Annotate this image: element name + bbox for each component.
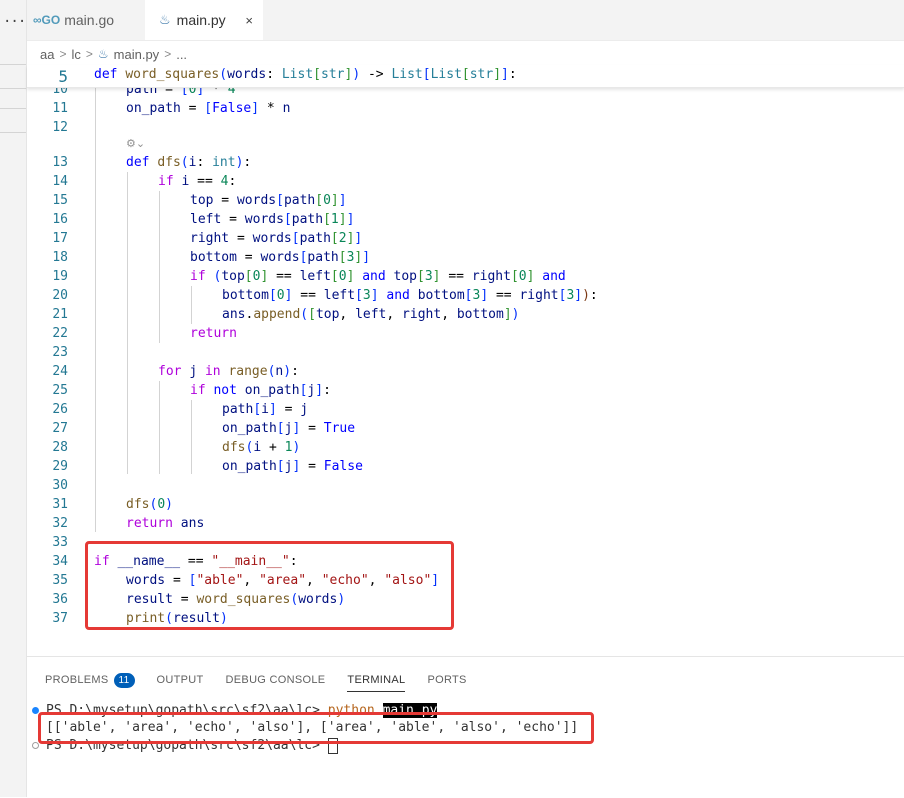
tab-ports[interactable]: PORTS bbox=[427, 669, 466, 691]
line-number: 27 bbox=[52, 421, 68, 436]
code-text: on_path = [False] * n bbox=[126, 101, 291, 116]
code-line[interactable]: 25 if not on_path[j]: bbox=[0, 381, 904, 400]
line-number: 37 bbox=[52, 611, 68, 626]
line-number: 35 bbox=[52, 573, 68, 588]
highlight-box-main-block bbox=[85, 541, 454, 630]
tab-label: OUTPUT bbox=[156, 674, 204, 686]
line-number: 28 bbox=[52, 440, 68, 455]
code-line[interactable]: 16 left = words[path[1]] bbox=[0, 210, 904, 229]
code-line[interactable]: 20 bottom[0] == left[3] and bottom[3] == … bbox=[0, 286, 904, 305]
code-text: dfs(0) bbox=[126, 497, 173, 512]
tab-output[interactable]: OUTPUT bbox=[157, 669, 204, 691]
line-number: 25 bbox=[52, 383, 68, 398]
line-number: 13 bbox=[52, 155, 68, 170]
code-line[interactable]: 13 def dfs(i: int): bbox=[0, 153, 904, 172]
line-number: 26 bbox=[52, 402, 68, 417]
code-text: path[i] = j bbox=[222, 402, 309, 417]
tab-debug-console[interactable]: DEBUG CONSOLE bbox=[226, 669, 326, 691]
code-text: ans.append([top, left, right, bottom]) bbox=[222, 307, 520, 322]
code-line[interactable]: 29 on_path[j] = False bbox=[0, 457, 904, 476]
problems-count-badge: 11 bbox=[113, 672, 135, 688]
code-line[interactable]: 19 if (top[0] == left[0] and top[3] == ri… bbox=[0, 267, 904, 286]
code-text: if not on_path[j]: bbox=[190, 383, 331, 398]
sticky-scroll-header[interactable]: 5 def word_squares(words: List[str]) -> … bbox=[27, 65, 904, 88]
command-pending-icon[interactable] bbox=[32, 742, 39, 749]
code-line[interactable]: 31 dfs(0) bbox=[0, 495, 904, 514]
codelens-icon[interactable]: ⚙⌄ bbox=[126, 137, 145, 150]
line-number: 15 bbox=[52, 193, 68, 208]
code-text: return ans bbox=[126, 516, 205, 531]
code-line[interactable]: 24 for j in range(n): bbox=[0, 362, 904, 381]
highlight-box-output bbox=[38, 712, 594, 744]
code-text: bottom = words[path[3]] bbox=[190, 250, 371, 265]
line-number: 24 bbox=[52, 364, 68, 379]
line-number: 22 bbox=[52, 326, 68, 341]
tab-label: PORTS bbox=[427, 674, 467, 686]
line-number: 29 bbox=[52, 459, 68, 474]
line-number: 23 bbox=[52, 345, 68, 360]
line-number: 12 bbox=[52, 120, 68, 135]
code-text: on_path[j] = True bbox=[222, 421, 356, 436]
line-number: 30 bbox=[52, 478, 68, 493]
tab-terminal[interactable]: TERMINAL bbox=[347, 669, 406, 692]
code-line[interactable]: 11 on_path = [False] * n bbox=[0, 99, 904, 118]
line-number: 11 bbox=[52, 101, 68, 116]
line-number: 31 bbox=[52, 497, 68, 512]
code-line[interactable]: 12 bbox=[0, 118, 904, 137]
code-line[interactable]: 17 right = words[path[2]] bbox=[0, 229, 904, 248]
code-line[interactable]: 32 return ans bbox=[0, 514, 904, 533]
line-number: 32 bbox=[52, 516, 68, 531]
line-number: 34 bbox=[52, 554, 68, 569]
code-line[interactable]: 30 bbox=[0, 476, 904, 495]
line-number: 21 bbox=[52, 307, 68, 322]
line-number: 33 bbox=[52, 535, 68, 550]
line-number: 19 bbox=[52, 269, 68, 284]
tab-label: DEBUG CONSOLE bbox=[225, 674, 326, 686]
code-text: for j in range(n): bbox=[158, 364, 299, 379]
code-line[interactable]: 22 return bbox=[0, 324, 904, 343]
code-line[interactable]: 14 if i == 4: bbox=[0, 172, 904, 191]
code-line[interactable]: 21 ans.append([top, left, right, bottom]) bbox=[0, 305, 904, 324]
code-text: def dfs(i: int): bbox=[126, 155, 252, 170]
code-text: return bbox=[190, 326, 237, 341]
tab-problems[interactable]: PROBLEMS 11 bbox=[45, 669, 135, 691]
code-text: top = words[path[0]] bbox=[190, 193, 347, 208]
line-number: 5 bbox=[58, 67, 68, 86]
code-text: bottom[0] == left[3] and bottom[3] == ri… bbox=[222, 288, 598, 303]
code-text: left = words[path[1]] bbox=[190, 212, 355, 227]
code-text: on_path[j] = False bbox=[222, 459, 363, 474]
tab-label: PROBLEMS bbox=[45, 674, 109, 686]
code-line[interactable]: 15 top = words[path[0]] bbox=[0, 191, 904, 210]
line-number: 16 bbox=[52, 212, 68, 227]
sticky-code: def word_squares(words: List[str]) -> Li… bbox=[94, 67, 517, 82]
line-number: 18 bbox=[52, 250, 68, 265]
code-text: dfs(i + 1) bbox=[222, 440, 301, 455]
line-number: 36 bbox=[52, 592, 68, 607]
line-number: 14 bbox=[52, 174, 68, 189]
code-line[interactable]: 28 dfs(i + 1) bbox=[0, 438, 904, 457]
code-text: right = words[path[2]] bbox=[190, 231, 363, 246]
code-text: if i == 4: bbox=[158, 174, 237, 189]
code-line[interactable]: 27 on_path[j] = True bbox=[0, 419, 904, 438]
code-line[interactable]: 18 bottom = words[path[3]] bbox=[0, 248, 904, 267]
code-line[interactable]: 23 bbox=[0, 343, 904, 362]
line-number: 17 bbox=[52, 231, 68, 246]
code-text: if (top[0] == left[0] and top[3] == righ… bbox=[190, 269, 566, 284]
line-number: 20 bbox=[52, 288, 68, 303]
tab-label: TERMINAL bbox=[347, 674, 406, 686]
code-line[interactable]: 26 path[i] = j bbox=[0, 400, 904, 419]
panel-tabs: PROBLEMS 11 OUTPUT DEBUG CONSOLE TERMINAL… bbox=[45, 669, 489, 692]
